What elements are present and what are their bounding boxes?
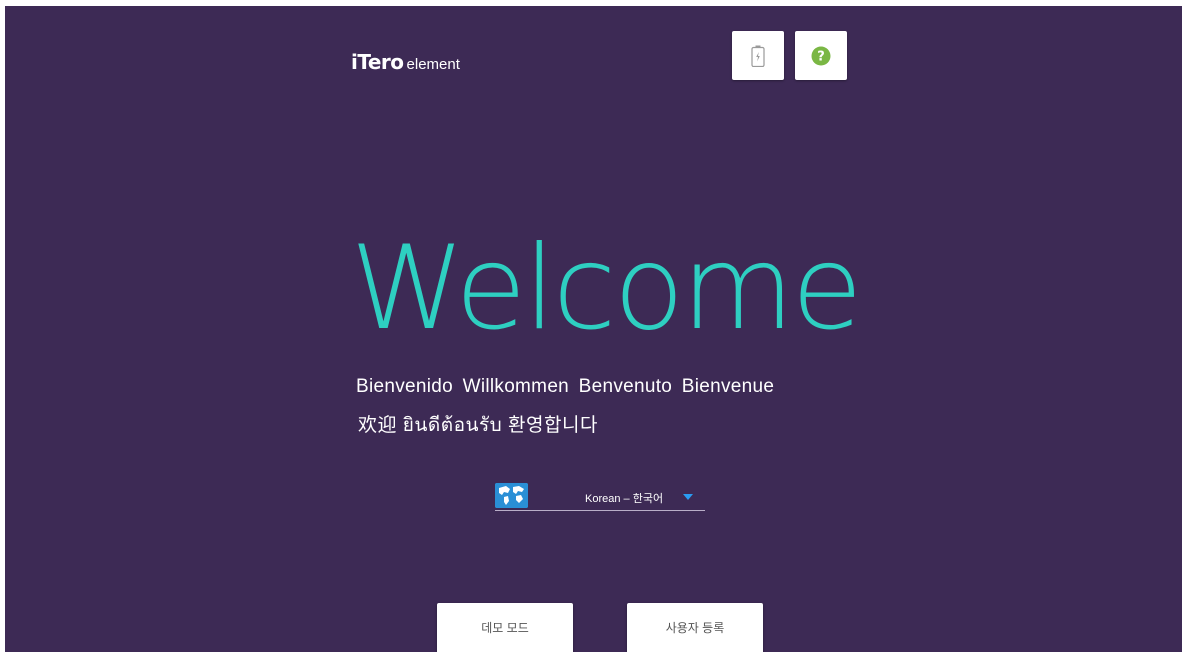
- help-icon: ?: [811, 46, 831, 65]
- battery-button[interactable]: [732, 31, 784, 80]
- itero-logo: iTero element: [351, 50, 460, 74]
- welcome-title: Welcome: [350, 221, 863, 356]
- globe-icon: [495, 483, 528, 508]
- language-selected-value: Korean – 한국어: [585, 493, 664, 505]
- logo-subtitle: element: [406, 56, 460, 73]
- demo-mode-button[interactable]: 데모 모드: [437, 603, 573, 652]
- register-user-button[interactable]: 사용자 등록: [627, 603, 763, 652]
- logo-brand: iTero: [351, 50, 404, 74]
- welcome-screen: iTero element ? Welcome Bienvenido Willko…: [5, 6, 1182, 652]
- svg-text:?: ?: [817, 49, 825, 64]
- welcome-translations-line2: 欢迎 ยินดีต้อนรับ 환영합니다: [358, 415, 598, 436]
- help-button[interactable]: ?: [795, 31, 847, 80]
- chevron-down-icon: [683, 494, 693, 500]
- battery-charging-icon: [751, 45, 765, 67]
- language-dropdown[interactable]: Korean – 한국어: [495, 482, 705, 511]
- welcome-translations-line1: Bienvenido Willkommen Benvenuto Bienvenu…: [356, 376, 775, 397]
